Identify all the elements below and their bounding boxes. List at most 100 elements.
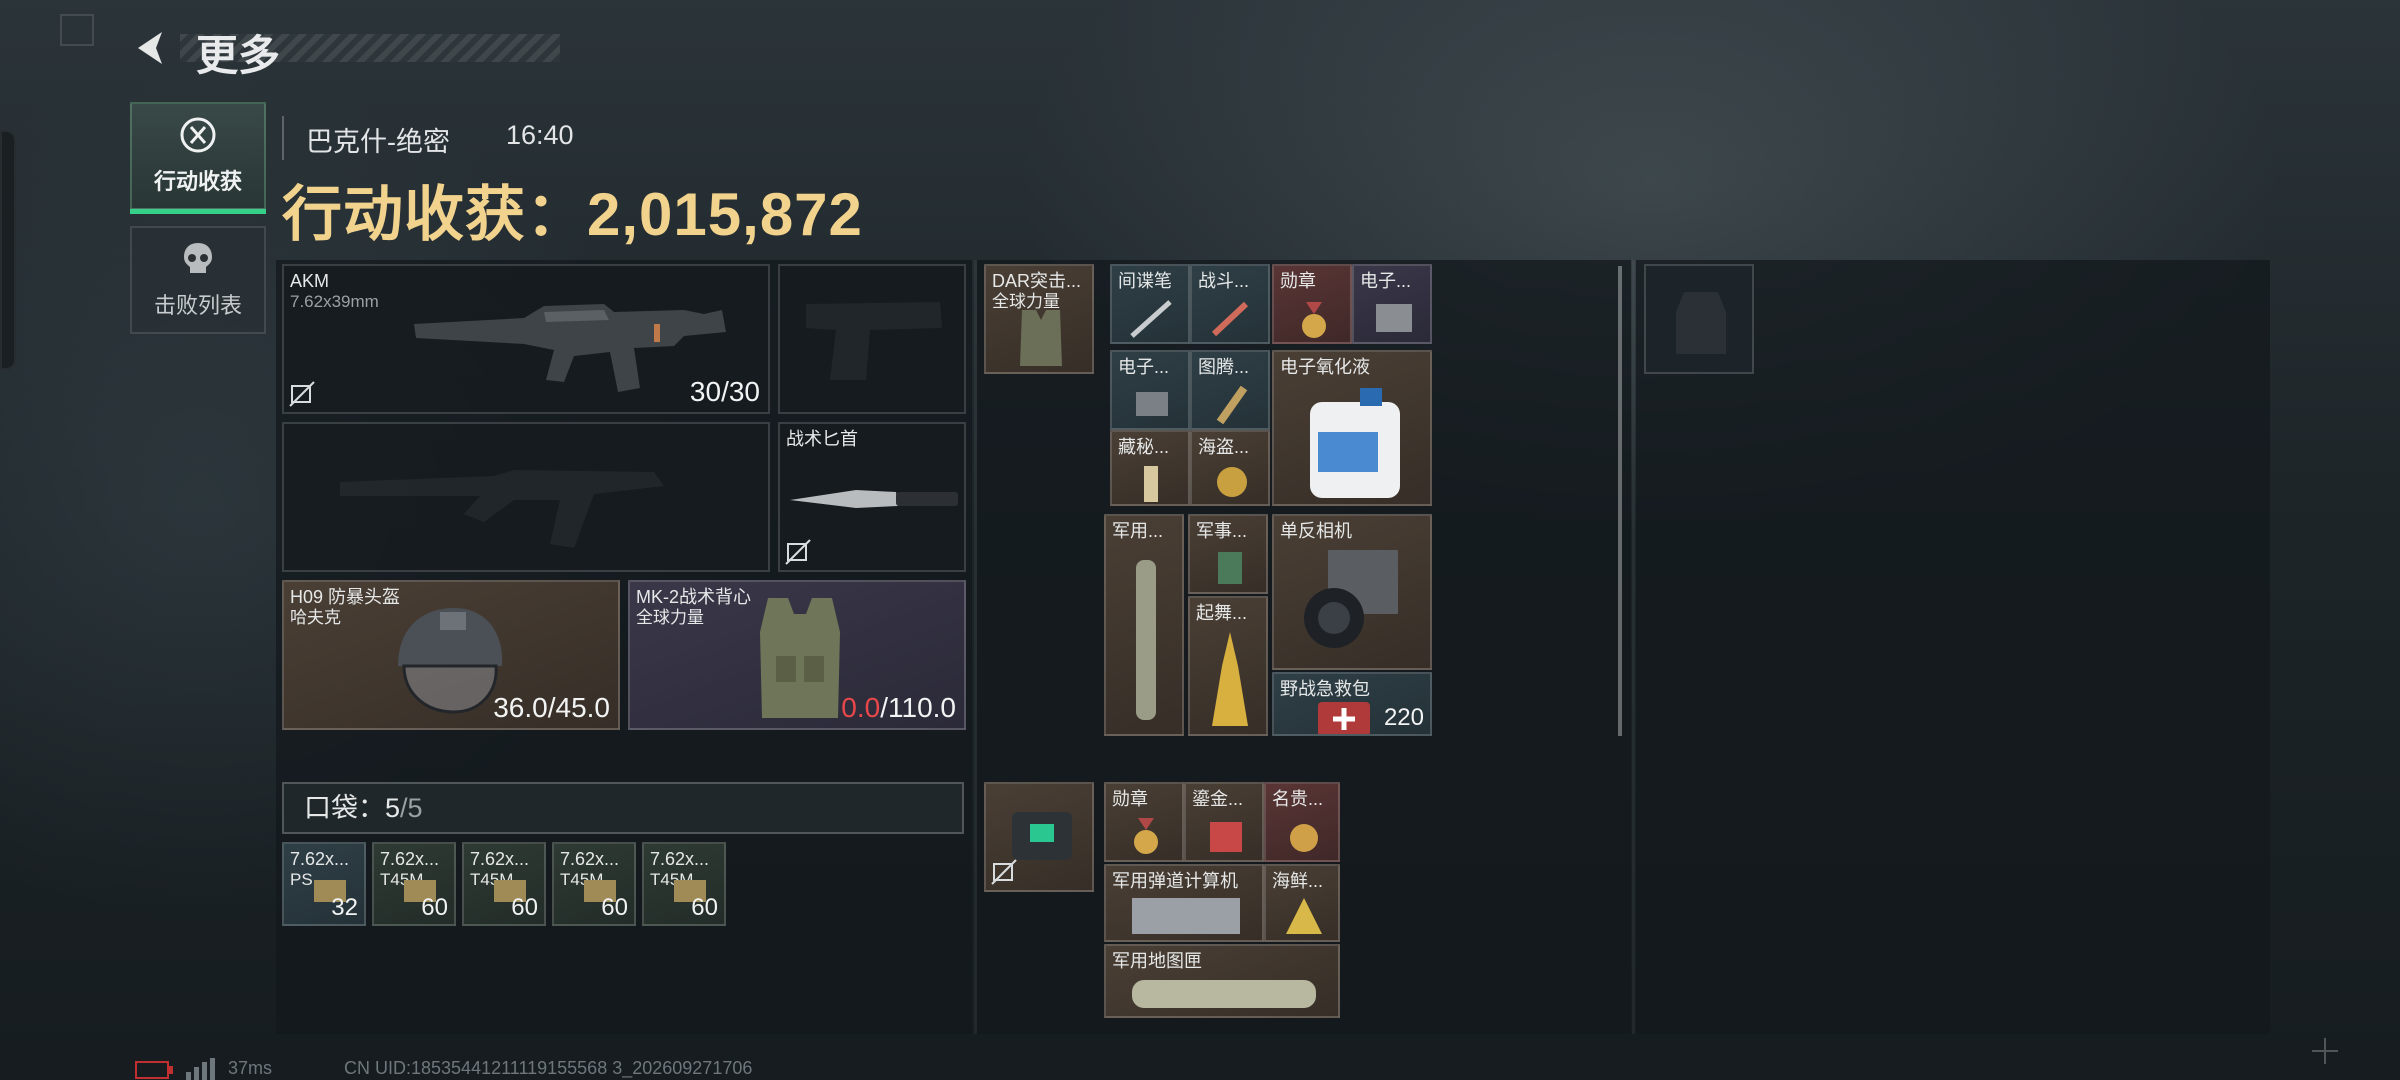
rig-item-wide[interactable]: 野战急救包 220 bbox=[1272, 672, 1432, 736]
item-name: 军用... bbox=[1112, 521, 1164, 541]
pocket-item[interactable]: 7.62x... T45M 60 bbox=[552, 842, 636, 926]
rig-scrollbar[interactable] bbox=[1618, 266, 1622, 736]
armor-slot[interactable]: MK-2战术背心 全球力量 0.0/110.0 bbox=[628, 580, 966, 730]
item-count: 60 bbox=[511, 894, 538, 921]
rig-item-tall[interactable]: 军用... bbox=[1104, 514, 1184, 736]
crosshair-icon bbox=[2312, 1038, 2338, 1064]
medkit-icon bbox=[1318, 702, 1370, 734]
melee-slot[interactable]: 战术匕首 bbox=[778, 422, 966, 572]
ping-text: 37ms bbox=[228, 1058, 273, 1078]
item-name: 电子... bbox=[1118, 357, 1170, 377]
durability-max: /45.0 bbox=[547, 692, 610, 723]
rig-item[interactable]: 电子... bbox=[1110, 350, 1190, 430]
item-name: 7.62x... bbox=[560, 849, 620, 869]
pocket-item[interactable]: 7.62x... T45M 60 bbox=[372, 842, 456, 926]
panel-divider bbox=[974, 260, 977, 1034]
durability-current: 0.0 bbox=[841, 692, 881, 723]
case-item[interactable]: 名贵... bbox=[1264, 782, 1340, 862]
rig-item[interactable]: 间谍笔 bbox=[1110, 264, 1190, 344]
uid-text: CN UID:18535441211119155568 3_2026092717… bbox=[344, 1058, 753, 1078]
dancer-statue-icon bbox=[1212, 632, 1248, 726]
item-name: 海盗... bbox=[1198, 437, 1250, 457]
secondary-weapon-slot[interactable] bbox=[282, 422, 770, 572]
rig-item[interactable]: 电子... bbox=[1352, 264, 1432, 344]
action-gain-value: 行动收获：2,015,872 bbox=[282, 166, 863, 253]
melee-name: 战术匕首 bbox=[786, 429, 858, 449]
circuit-board-icon bbox=[1376, 304, 1412, 332]
item-count: 60 bbox=[691, 894, 718, 921]
item-count: 220 bbox=[1383, 704, 1424, 731]
armor-name: MK-2战术背心 bbox=[636, 587, 752, 607]
rig-item[interactable]: 海盗... bbox=[1190, 430, 1270, 506]
map-name: 巴克什-绝密 bbox=[306, 127, 450, 157]
armor-maker: 全球力量 bbox=[636, 608, 704, 627]
item-name: 藏秘... bbox=[1118, 437, 1170, 457]
armor-durability: 0.0/110.0 bbox=[841, 692, 956, 724]
rig-item[interactable]: 图腾... bbox=[1190, 350, 1270, 430]
item-name: 起舞... bbox=[1196, 603, 1248, 623]
rig-item-tall[interactable]: 起舞... bbox=[1188, 596, 1268, 736]
camera-icon bbox=[1304, 550, 1398, 648]
item-name: 海鲜... bbox=[1272, 871, 1324, 891]
pocket-item[interactable]: 7.62x... PS 32 bbox=[282, 842, 366, 926]
secure-case-slot[interactable] bbox=[984, 782, 1094, 892]
case-item-wide[interactable]: 军用弹道计算机 bbox=[1104, 864, 1264, 942]
panel-divider bbox=[1632, 260, 1635, 1034]
pistol-silhouette-icon bbox=[806, 302, 942, 380]
medal-icon bbox=[1302, 302, 1326, 338]
rig-item-large[interactable]: 单反相机 bbox=[1272, 514, 1432, 670]
tab-action-gain[interactable]: 行动收获 bbox=[130, 102, 266, 214]
sidearm-slot[interactable] bbox=[778, 264, 966, 414]
helmet-maker: 哈夫克 bbox=[290, 608, 341, 627]
knife-icon bbox=[790, 490, 958, 508]
luxury-item-icon bbox=[1290, 824, 1318, 852]
rig-item[interactable]: 勋章 bbox=[1272, 264, 1352, 344]
durability-current: 36.0 bbox=[493, 692, 548, 723]
pocket-capacity: /5 bbox=[400, 793, 423, 823]
item-name: 名贵... bbox=[1272, 789, 1324, 809]
rig-item[interactable]: 战斗... bbox=[1190, 264, 1270, 344]
case-item[interactable]: 鎏金... bbox=[1184, 782, 1264, 862]
item-name: 图腾... bbox=[1198, 357, 1250, 377]
case-item[interactable]: 海鲜... bbox=[1264, 864, 1340, 942]
scroll-icon bbox=[1144, 466, 1158, 502]
back-arrow-icon[interactable] bbox=[128, 26, 172, 70]
rig-item-large[interactable]: 电子氧化液 bbox=[1272, 350, 1432, 506]
combat-item-icon bbox=[1211, 301, 1249, 337]
weapon-ammo: 7.62x39mm bbox=[290, 292, 379, 311]
pocket-item[interactable]: 7.62x... T45M 60 bbox=[642, 842, 726, 926]
primary-weapon-slot[interactable]: AKM 7.62x39mm 30/30 bbox=[282, 264, 770, 414]
electronic-part-icon bbox=[1136, 392, 1168, 416]
rig-item[interactable]: 藏秘... bbox=[1110, 430, 1190, 506]
rig-name: DAR突击... bbox=[992, 271, 1082, 291]
pocket-header: 口袋：5/5 bbox=[282, 782, 964, 834]
pocket-item[interactable]: 7.62x... T45M 60 bbox=[462, 842, 546, 926]
case-item[interactable]: 勋章 bbox=[1104, 782, 1184, 862]
rig-item[interactable]: 军事... bbox=[1188, 514, 1268, 594]
header-divider bbox=[282, 116, 284, 160]
item-name: 军用地图匣 bbox=[1112, 951, 1202, 971]
pocket-label: 口袋： bbox=[304, 793, 385, 823]
chest-rig-slot[interactable]: DAR突击... 全球力量 bbox=[984, 264, 1094, 374]
target-icon bbox=[180, 117, 216, 153]
item-name: 7.62x... bbox=[290, 849, 350, 869]
side-drawer-handle[interactable] bbox=[0, 130, 16, 370]
totem-icon bbox=[1216, 385, 1248, 425]
spy-pen-icon bbox=[1130, 300, 1172, 338]
tube-case-icon bbox=[1136, 560, 1156, 720]
item-name: 间谍笔 bbox=[1118, 271, 1172, 291]
helmet-durability: 36.0/45.0 bbox=[493, 692, 610, 724]
tab-kill-list[interactable]: 击败列表 bbox=[130, 226, 266, 334]
no-drop-icon bbox=[785, 539, 811, 565]
gain-number: 2,015,872 bbox=[587, 181, 863, 248]
map-tube-icon bbox=[1132, 980, 1316, 1008]
durability-max: /110.0 bbox=[880, 692, 956, 723]
item-name: 7.62x... bbox=[380, 849, 440, 869]
item-count: 32 bbox=[331, 894, 358, 921]
helmet-slot[interactable]: H09 防暴头盔 哈夫克 36.0/45.0 bbox=[282, 580, 620, 730]
ballistic-computer-icon bbox=[1132, 898, 1240, 934]
case-item-wide[interactable]: 军用地图匣 bbox=[1104, 944, 1340, 1018]
no-drop-icon bbox=[991, 859, 1017, 885]
backpack-slot[interactable] bbox=[1644, 264, 1754, 374]
pocket-count: 5 bbox=[385, 793, 401, 823]
